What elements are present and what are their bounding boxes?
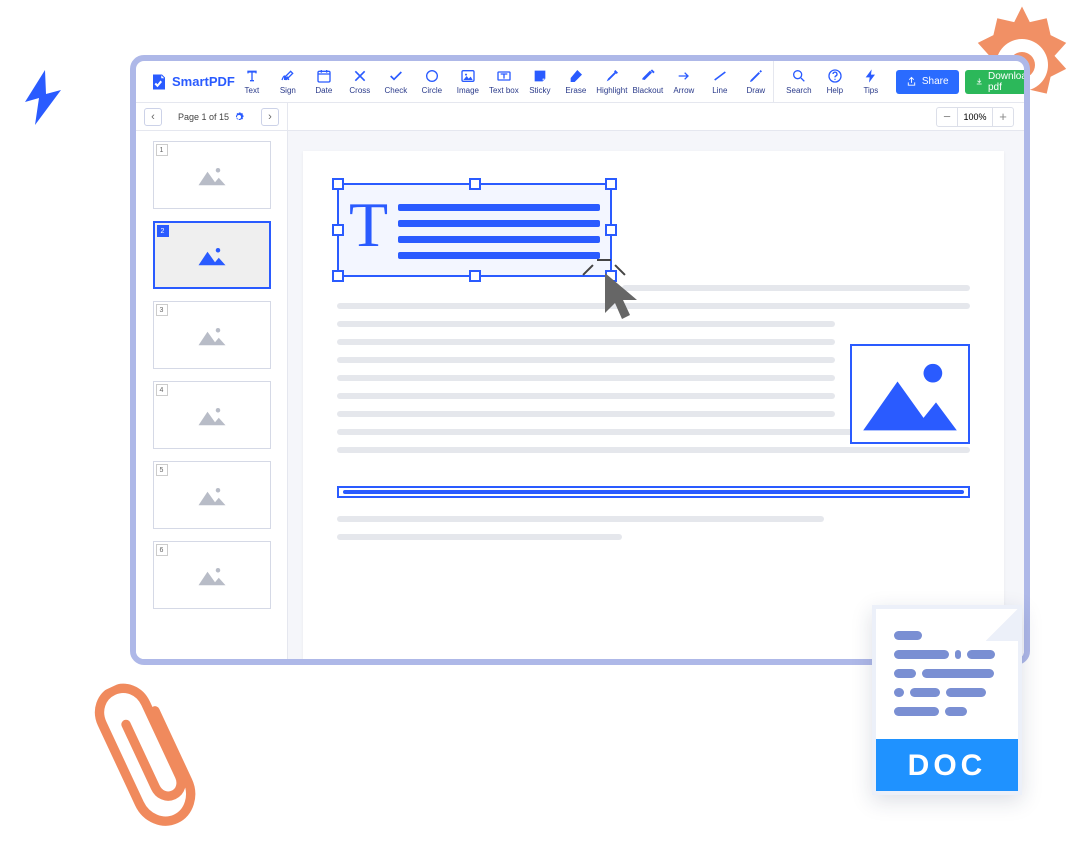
resize-handle-n[interactable] — [469, 178, 481, 190]
selected-line[interactable] — [337, 486, 970, 498]
page-label: Page 1 of 15 — [178, 112, 229, 122]
page-settings-icon[interactable] — [233, 111, 245, 123]
tool-textbox[interactable]: Text box — [487, 63, 521, 101]
zoom-control: − 100% + — [936, 107, 1014, 127]
thumbnail-panel: 1 2 3 4 5 6 — [136, 131, 288, 659]
tool-draw[interactable]: Draw — [739, 63, 773, 101]
share-icon — [906, 76, 917, 87]
tool-cross[interactable]: Cross — [343, 63, 377, 101]
textbox-drop-cap: T — [349, 199, 388, 267]
tool-check[interactable]: Check — [379, 63, 413, 101]
canvas-area: T — [288, 131, 1024, 659]
tool-line[interactable]: Line — [703, 63, 737, 101]
sub-toolbar: ‹ Page 1 of 15 › − 100% + — [136, 103, 1024, 131]
tool-text[interactable]: Text — [235, 63, 269, 101]
thumbnail-5[interactable]: 5 — [153, 461, 271, 529]
brand-logo: SmartPDF — [136, 73, 235, 91]
next-page-button[interactable]: › — [261, 108, 279, 126]
thumbnail-4[interactable]: 4 — [153, 381, 271, 449]
app-window: SmartPDF Text Sign Date Cross Check Circ… — [130, 55, 1030, 665]
tool-search[interactable]: Search — [782, 63, 816, 101]
thumbnail-3[interactable]: 3 — [153, 301, 271, 369]
action-buttons: Share Download pdf — [896, 70, 1030, 94]
thumbnail-6[interactable]: 6 — [153, 541, 271, 609]
resize-handle-se[interactable] — [605, 270, 617, 282]
textbox-lines — [398, 193, 600, 267]
tool-sign[interactable]: Sign — [271, 63, 305, 101]
tool-date[interactable]: Date — [307, 63, 341, 101]
tool-tips[interactable]: Tips — [854, 63, 888, 101]
download-icon — [975, 76, 983, 87]
tool-row: Text Sign Date Cross Check Circle Image … — [235, 63, 773, 101]
paperclip-decoration — [67, 657, 243, 853]
document-page[interactable]: T — [303, 151, 1004, 659]
zoom-in-button[interactable]: + — [993, 108, 1013, 126]
tool-image[interactable]: Image — [451, 63, 485, 101]
download-button[interactable]: Download pdf — [965, 70, 1030, 94]
resize-handle-w[interactable] — [332, 224, 344, 236]
thumbnail-2[interactable]: 2 — [153, 221, 271, 289]
resize-handle-s[interactable] — [469, 270, 481, 282]
tool-highlight[interactable]: Highlight — [595, 63, 629, 101]
selected-image[interactable] — [850, 344, 970, 444]
tool-circle[interactable]: Circle — [415, 63, 449, 101]
help-tools: Search Help Tips — [773, 61, 896, 102]
selected-textbox[interactable]: T — [337, 183, 612, 277]
photo-icon — [858, 352, 962, 436]
doc-file-decoration: DOC — [872, 605, 1022, 795]
prev-page-button[interactable]: ‹ — [144, 108, 162, 126]
zoom-out-button[interactable]: − — [937, 108, 957, 126]
tool-arrow[interactable]: Arrow — [667, 63, 701, 101]
share-button[interactable]: Share — [896, 70, 959, 94]
resize-handle-sw[interactable] — [332, 270, 344, 282]
doc-file-label: DOC — [876, 739, 1018, 791]
top-toolbar: SmartPDF Text Sign Date Cross Check Circ… — [136, 61, 1024, 103]
page-nav: ‹ Page 1 of 15 › — [136, 103, 288, 130]
resize-handle-ne[interactable] — [605, 178, 617, 190]
brand-name: SmartPDF — [172, 74, 235, 89]
footer-text — [337, 516, 970, 552]
lightning-decoration — [22, 70, 64, 125]
zoom-value: 100% — [957, 108, 993, 126]
tool-sticky[interactable]: Sticky — [523, 63, 557, 101]
tool-erase[interactable]: Erase — [559, 63, 593, 101]
brand-icon — [150, 73, 168, 91]
tool-help[interactable]: Help — [818, 63, 852, 101]
thumbnail-1[interactable]: 1 — [153, 141, 271, 209]
tool-blackout[interactable]: Blackout — [631, 63, 665, 101]
resize-handle-nw[interactable] — [332, 178, 344, 190]
resize-handle-e[interactable] — [605, 224, 617, 236]
